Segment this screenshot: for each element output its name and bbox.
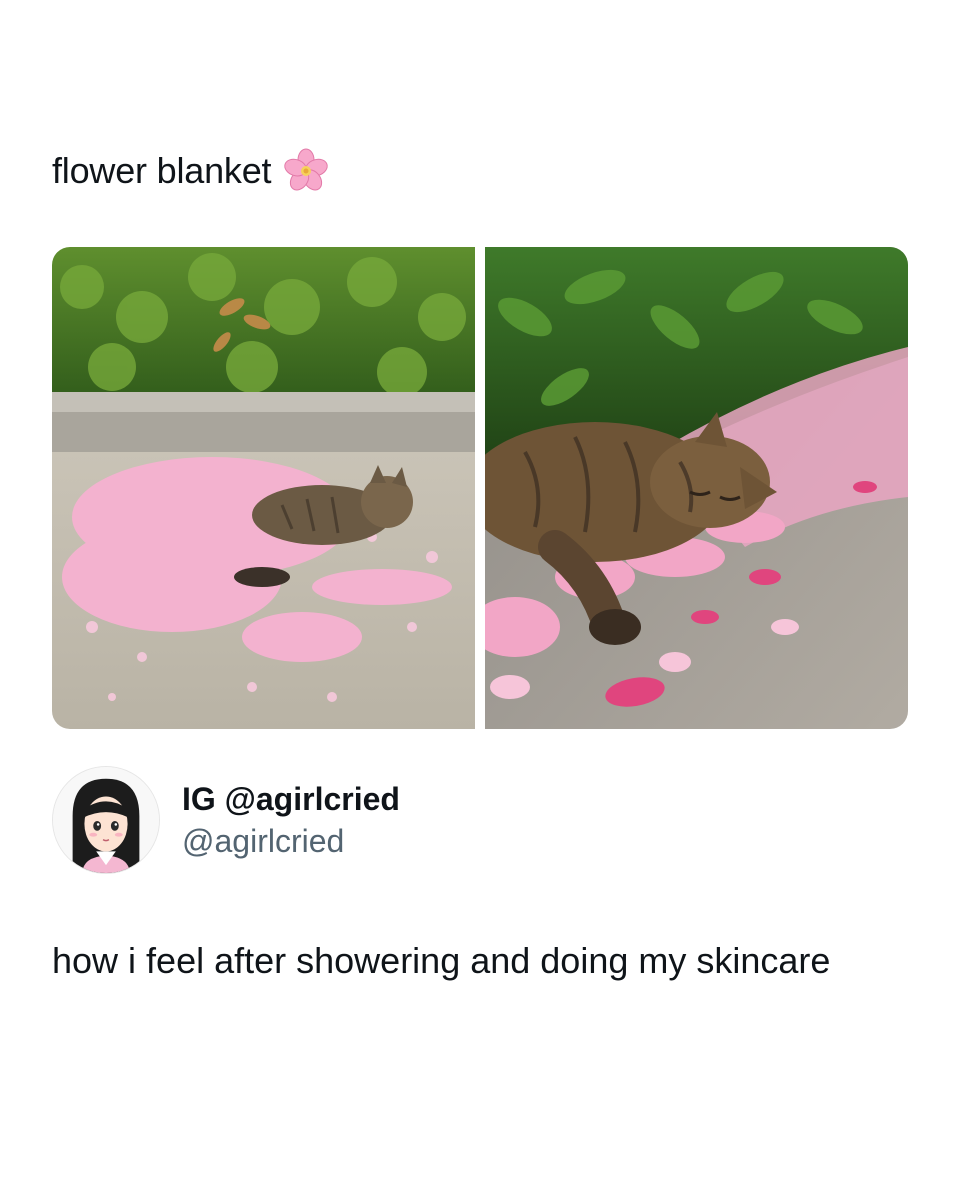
photo-cat-under-petal-pile[interactable] [52, 247, 475, 729]
avatar[interactable] [52, 766, 160, 874]
author-handle[interactable]: @agirlcried [182, 821, 400, 861]
author-display-name[interactable]: IG @agirlcried [182, 779, 400, 819]
post-title-text: flower blanket [52, 150, 272, 191]
media-grid[interactable] [52, 247, 908, 729]
photo-cat-sleeping-on-petals[interactable] [485, 247, 908, 729]
post-caption: how i feel after showering and doing my … [52, 940, 831, 981]
author-block[interactable]: IG @agirlcried @agirlcried [52, 766, 400, 874]
author-names: IG @agirlcried @agirlcried [182, 779, 400, 861]
cherry-blossom-icon [281, 146, 331, 196]
post-title: flower blanket [52, 146, 331, 196]
